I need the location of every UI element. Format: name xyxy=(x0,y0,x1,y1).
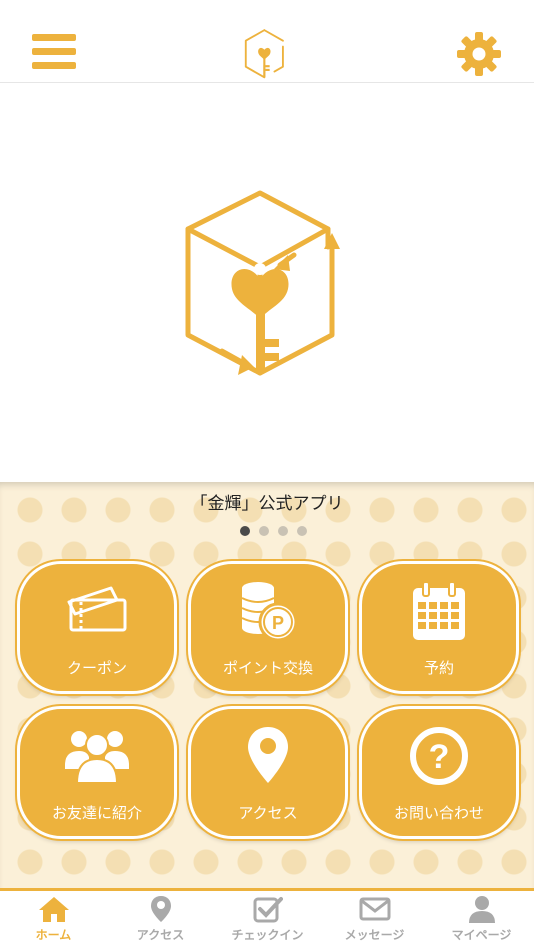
hero-banner xyxy=(0,84,534,482)
page-dot-active[interactable] xyxy=(240,526,250,536)
access-button[interactable]: アクセス xyxy=(188,706,348,839)
hamburger-menu-icon[interactable] xyxy=(32,34,76,74)
contact-button[interactable]: ? お問い合わせ xyxy=(359,706,519,839)
tab-checkin[interactable]: チェックイン xyxy=(214,895,321,950)
coupon-ticket-icon xyxy=(67,586,127,632)
cube-key-logo xyxy=(244,29,284,79)
calendar-icon xyxy=(413,581,465,640)
tile-label: クーポン xyxy=(66,659,127,677)
tab-home[interactable]: ホーム xyxy=(0,895,107,950)
page-dot[interactable] xyxy=(297,526,307,536)
refer-friend-button[interactable]: お友達に紹介 xyxy=(17,706,177,839)
tile-label: お友達に紹介 xyxy=(51,804,142,822)
tab-access[interactable]: アクセス xyxy=(107,895,214,950)
page-dot[interactable] xyxy=(278,526,288,536)
tab-mypage[interactable]: マイページ xyxy=(428,895,534,950)
tile-label: アクセス xyxy=(238,804,298,822)
location-pin-icon xyxy=(248,727,288,783)
cube-key-logo xyxy=(185,190,340,376)
people-group-icon xyxy=(65,731,129,784)
question-circle-icon: ? xyxy=(410,727,468,785)
point-exchange-button[interactable]: P ポイント交換 xyxy=(188,561,348,694)
svg-text:P: P xyxy=(272,613,284,633)
tab-message[interactable]: メッセージ xyxy=(321,895,428,950)
app-header xyxy=(0,0,534,83)
coupon-button[interactable]: クーポン xyxy=(17,561,177,694)
reservation-button[interactable]: 予約 xyxy=(359,561,519,694)
page-dot[interactable] xyxy=(259,526,269,536)
gear-icon[interactable] xyxy=(456,31,502,77)
app-title: 「金輝」公式アプリ xyxy=(190,494,344,514)
svg-text:?: ? xyxy=(429,738,450,776)
coin-stack-point-icon: P xyxy=(241,582,298,642)
tile-label: 予約 xyxy=(423,659,454,677)
user-icon xyxy=(468,896,495,923)
page-indicator xyxy=(240,521,316,536)
home-icon xyxy=(38,897,69,922)
checkin-icon xyxy=(253,897,283,923)
tile-label: ポイント交換 xyxy=(222,659,313,677)
location-pin-icon xyxy=(150,896,171,922)
tile-label: お問い合わせ xyxy=(393,804,484,822)
envelope-icon xyxy=(359,897,390,921)
tab-bar: ホーム アクセス チェックイン メッセージ マイページ xyxy=(0,888,534,950)
